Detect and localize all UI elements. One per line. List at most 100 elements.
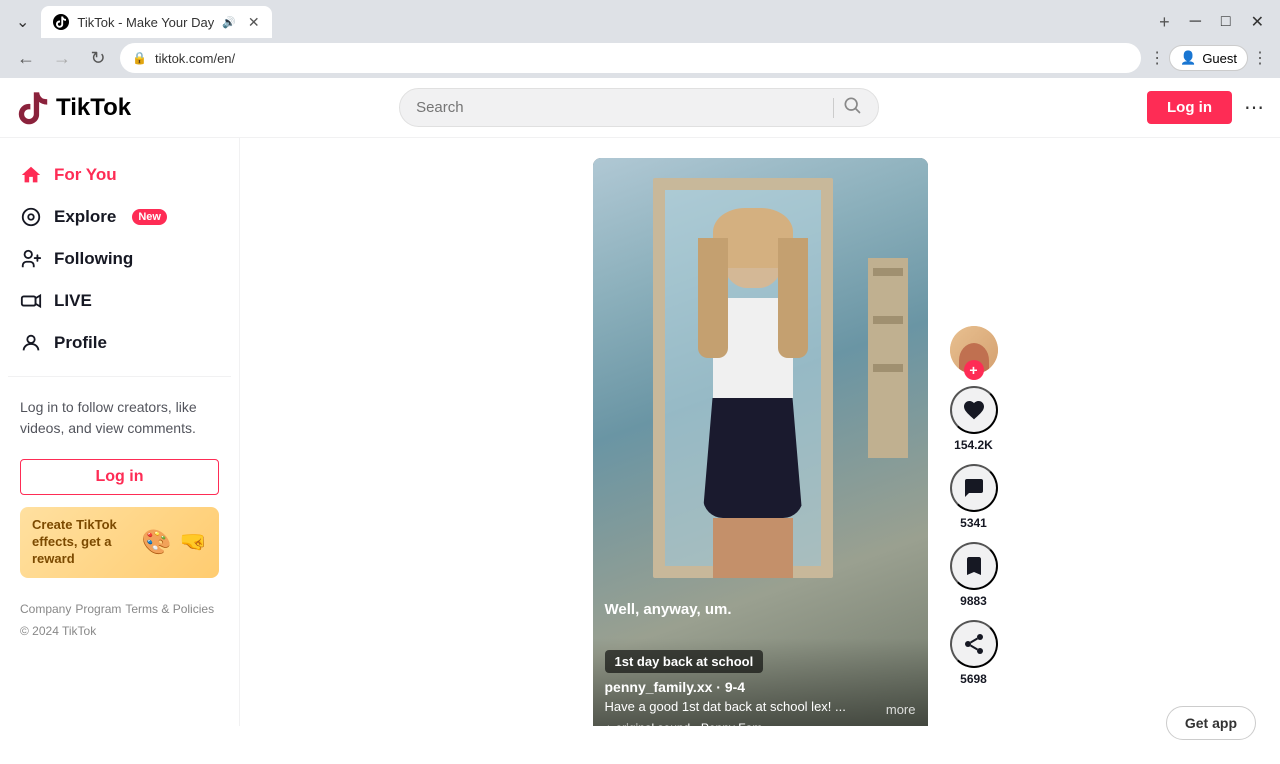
profile-label: Profile xyxy=(54,333,107,353)
search-box[interactable] xyxy=(399,88,879,127)
promo-hand-icon: 🤜 xyxy=(180,529,207,555)
minimize-btn[interactable]: ─ xyxy=(1182,8,1209,36)
comment-action: 5341 xyxy=(950,464,998,530)
footer-terms[interactable]: Terms & Policies xyxy=(125,602,214,616)
home-icon xyxy=(20,164,42,186)
sidebar-footer: Company Program Terms & Policies © 2024 … xyxy=(8,590,231,650)
comment-btn[interactable] xyxy=(950,464,998,512)
browser-toolbar: ← → ↻ 🔒 tiktok.com/en/ ⋮ 👤 Guest ⋮ xyxy=(0,38,1280,78)
creator-avatar-item: + xyxy=(950,326,998,374)
sidebar: For You Explore New Following xyxy=(0,138,240,726)
share-btn[interactable] xyxy=(950,620,998,668)
shelf xyxy=(868,258,908,458)
video-username: penny_family.xx · 9-4 xyxy=(605,679,916,695)
footer-program[interactable]: Program xyxy=(75,602,121,616)
search-divider xyxy=(833,98,834,118)
for-you-label: For You xyxy=(54,165,117,185)
follow-plus-icon: + xyxy=(964,360,984,380)
active-tab[interactable]: TikTok - Make Your Day 🔊 ✕ xyxy=(41,6,271,38)
legs xyxy=(713,518,793,578)
close-btn[interactable]: ✕ xyxy=(1243,8,1272,36)
comment-icon xyxy=(962,476,986,500)
following-icon xyxy=(20,248,42,270)
comment-count: 5341 xyxy=(960,516,987,530)
tiktok-logo-icon xyxy=(16,91,50,125)
search-icon xyxy=(842,95,862,115)
side-actions: + 154.2K xyxy=(950,326,998,686)
promo-banner[interactable]: Create TikTok effects, get a reward 🎨 🤜 xyxy=(20,507,219,578)
more-options-btn[interactable]: ⋯ xyxy=(1244,95,1264,120)
forward-btn[interactable]: → xyxy=(48,44,76,72)
promo-text: Create TikTok effects, get a reward xyxy=(32,517,134,568)
following-label: Following xyxy=(54,249,133,269)
new-tab-btn[interactable]: + xyxy=(1151,8,1178,37)
tab-audio-icon: 🔊 xyxy=(222,16,236,29)
lock-icon: 🔒 xyxy=(132,51,147,65)
bookmark-icon xyxy=(962,554,986,578)
video-sound: ♪ original sound - Penny Fam xyxy=(605,720,916,726)
feed: Well, anyway, um. 1st day back at school… xyxy=(240,138,1280,726)
bookmark-count: 9883 xyxy=(960,594,987,608)
footer-company[interactable]: Company xyxy=(20,602,71,616)
explore-icon xyxy=(20,206,42,228)
tab-list-btn[interactable]: ⌄ xyxy=(8,8,37,36)
hair-right xyxy=(778,238,808,358)
like-btn[interactable] xyxy=(950,386,998,434)
login-button[interactable]: Log in xyxy=(1147,91,1232,124)
browser-tab-bar: ⌄ TikTok - Make Your Day 🔊 ✕ + ─ □ ✕ xyxy=(0,0,1280,38)
avatar-wrap[interactable]: + xyxy=(950,326,998,374)
search-button[interactable] xyxy=(842,95,862,120)
sidebar-divider xyxy=(8,376,231,377)
video-container: Well, anyway, um. 1st day back at school… xyxy=(593,158,928,706)
sidebar-item-for-you[interactable]: For You xyxy=(8,154,231,196)
video-placeholder: Well, anyway, um. 1st day back at school… xyxy=(593,158,928,726)
video-card[interactable]: Well, anyway, um. 1st day back at school… xyxy=(593,158,928,726)
tab-close-btn[interactable]: ✕ xyxy=(248,14,260,31)
share-toolbar-icon[interactable]: ⋮ xyxy=(1149,48,1165,68)
search-area xyxy=(131,88,1147,127)
more-text-btn[interactable]: more xyxy=(886,702,916,717)
tiktok-logo[interactable]: TikTok xyxy=(16,91,131,125)
skirt xyxy=(703,398,803,518)
explore-label: Explore xyxy=(54,207,116,227)
search-input[interactable] xyxy=(416,99,825,116)
hair-left xyxy=(698,238,728,358)
address-text: tiktok.com/en/ xyxy=(155,51,1129,66)
footer-copyright: © 2024 TikTok xyxy=(20,624,219,638)
guest-label: Guest xyxy=(1202,51,1237,66)
sidebar-item-explore[interactable]: Explore New xyxy=(8,196,231,238)
main-layout: For You Explore New Following xyxy=(0,138,1280,726)
music-note-icon: ♪ xyxy=(605,720,612,726)
page-content: TikTok Log in ⋯ xyxy=(0,78,1280,764)
get-app-btn[interactable]: Get app xyxy=(1166,706,1256,740)
tab-favicon xyxy=(53,14,69,30)
explore-new-badge: New xyxy=(132,209,167,225)
heart-icon xyxy=(962,398,986,422)
video-description: Have a good 1st dat back at school lex! … xyxy=(605,699,880,714)
address-bar[interactable]: 🔒 tiktok.com/en/ xyxy=(120,43,1141,73)
back-btn[interactable]: ← xyxy=(12,44,40,72)
sidebar-item-following[interactable]: Following xyxy=(8,238,231,280)
header-actions: Log in ⋯ xyxy=(1147,91,1264,124)
more-toolbar-icon[interactable]: ⋮ xyxy=(1252,48,1268,68)
reload-btn[interactable]: ↻ xyxy=(84,44,112,72)
video-caption-bubble: 1st day back at school xyxy=(605,650,764,673)
like-action: 154.2K xyxy=(950,386,998,452)
bookmark-btn[interactable] xyxy=(950,542,998,590)
share-count: 5698 xyxy=(960,672,987,686)
sidebar-login-btn[interactable]: Log in xyxy=(20,459,219,495)
like-count: 154.2K xyxy=(954,438,993,452)
live-icon xyxy=(20,290,42,312)
head xyxy=(723,218,783,288)
person-silhouette xyxy=(693,218,813,568)
maximize-btn[interactable]: □ xyxy=(1213,8,1239,36)
sidebar-item-live[interactable]: LIVE xyxy=(8,280,231,322)
sidebar-item-profile[interactable]: Profile xyxy=(8,322,231,364)
live-label: LIVE xyxy=(54,291,92,311)
guest-profile-btn[interactable]: 👤 Guest xyxy=(1169,45,1248,71)
share-icon xyxy=(962,632,986,656)
guest-icon: 👤 xyxy=(1180,50,1196,66)
tab-title: TikTok - Make Your Day xyxy=(77,15,214,30)
footer-links: Company Program Terms & Policies xyxy=(20,602,219,616)
bookmark-action: 9883 xyxy=(950,542,998,608)
